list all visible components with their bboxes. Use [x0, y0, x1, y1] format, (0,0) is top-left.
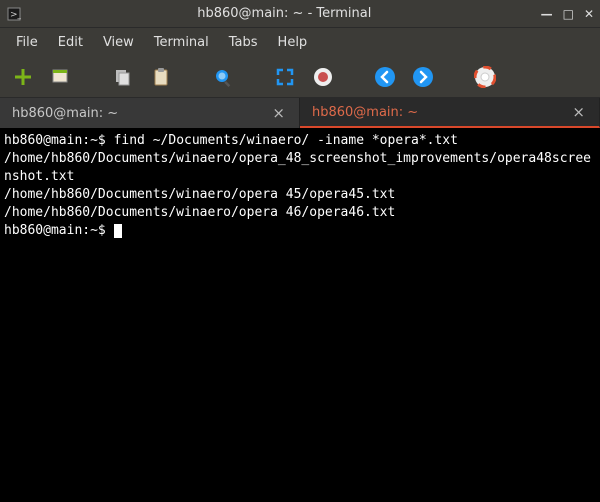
back-icon[interactable] — [372, 64, 398, 90]
forward-icon[interactable] — [410, 64, 436, 90]
add-tab-icon[interactable] — [10, 64, 36, 90]
menu-tabs[interactable]: Tabs — [221, 31, 266, 54]
tab-1[interactable]: hb860@main: ~ × — [300, 98, 600, 128]
titlebar: >_ hb860@main: ~ - Terminal — □ ✕ — [0, 0, 600, 28]
prompt: hb860@main:~$ — [4, 133, 106, 148]
tab-0[interactable]: hb860@main: ~ × — [0, 98, 300, 128]
paste-icon[interactable] — [148, 64, 174, 90]
close-button[interactable]: ✕ — [584, 8, 594, 20]
menu-view[interactable]: View — [95, 31, 142, 54]
fullscreen-icon[interactable] — [272, 64, 298, 90]
toolbar — [0, 56, 600, 98]
tab-label: hb860@main: ~ — [312, 105, 570, 120]
menu-terminal[interactable]: Terminal — [146, 31, 217, 54]
maximize-button[interactable]: □ — [563, 8, 574, 20]
minimize-button[interactable]: — — [541, 8, 553, 20]
menu-help[interactable]: Help — [270, 31, 316, 54]
command-text: find ~/Documents/winaero/ -iname *opera*… — [114, 133, 458, 148]
search-icon[interactable] — [210, 64, 236, 90]
menu-file[interactable]: File — [8, 31, 46, 54]
tabbar: hb860@main: ~ × hb860@main: ~ × — [0, 98, 600, 128]
output-line: /home/hb860/Documents/winaero/opera_48_s… — [4, 151, 591, 184]
terminal-output[interactable]: hb860@main:~$ find ~/Documents/winaero/ … — [0, 128, 600, 502]
window-title: hb860@main: ~ - Terminal — [28, 6, 541, 21]
app-icon: >_ — [6, 6, 22, 22]
svg-text:>_: >_ — [10, 10, 21, 20]
help-icon[interactable] — [472, 64, 498, 90]
window-controls: — □ ✕ — [541, 8, 594, 20]
copy-icon[interactable] — [110, 64, 136, 90]
new-window-icon[interactable] — [48, 64, 74, 90]
tab-label: hb860@main: ~ — [12, 106, 270, 121]
output-line: /home/hb860/Documents/winaero/opera 45/o… — [4, 187, 395, 202]
close-icon[interactable]: × — [270, 104, 287, 122]
settings-icon[interactable] — [310, 64, 336, 90]
prompt: hb860@main:~$ — [4, 223, 106, 238]
cursor — [114, 224, 122, 238]
close-icon[interactable]: × — [570, 103, 587, 121]
menu-edit[interactable]: Edit — [50, 31, 91, 54]
output-line: /home/hb860/Documents/winaero/opera 46/o… — [4, 205, 395, 220]
menubar: File Edit View Terminal Tabs Help — [0, 28, 600, 56]
